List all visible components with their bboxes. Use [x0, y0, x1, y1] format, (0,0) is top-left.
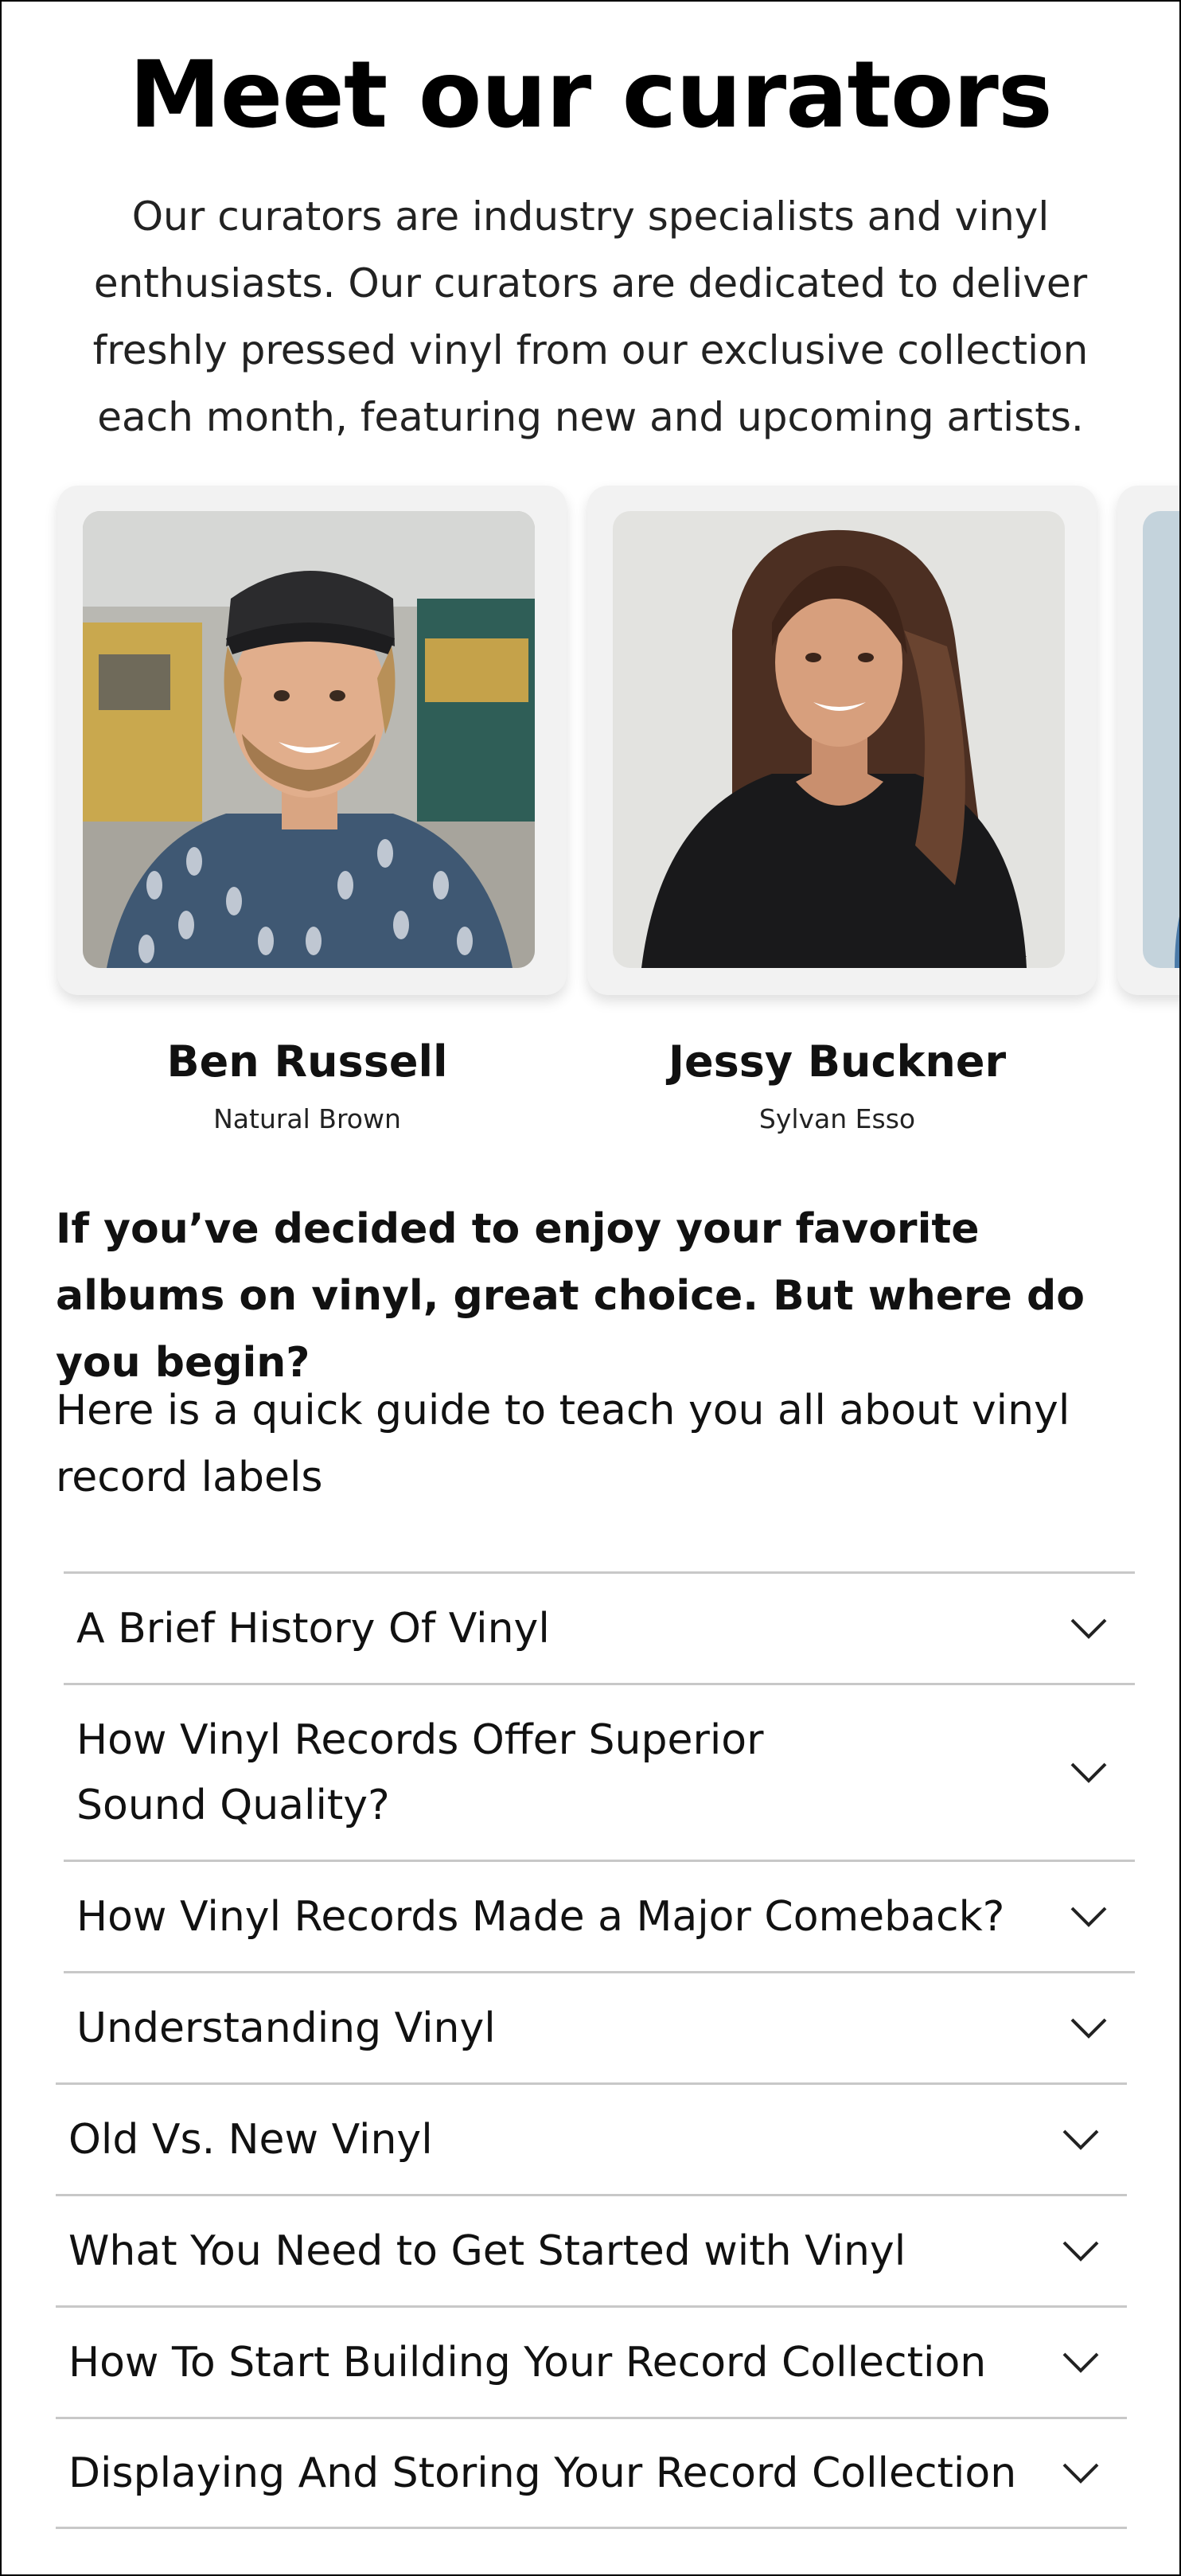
- faq-item[interactable]: Displaying And Storing Your Record Colle…: [56, 2417, 1127, 2527]
- curator-artist: Sylvan Esso: [758, 1103, 916, 1134]
- curator-card-jessy-buckner[interactable]: [587, 486, 1097, 995]
- guide-lead: If you’ve decided to enjoy your favorite…: [56, 1205, 1085, 1387]
- curator-name: Ben Russell: [166, 1036, 448, 1087]
- curator-card-ben-russell[interactable]: [57, 486, 567, 995]
- faq-item[interactable]: How To Start Building Your Record Collec…: [56, 2305, 1127, 2417]
- intro-text: Our curators are industry specialists an…: [92, 193, 1089, 440]
- curator-artist: Natural Brown: [213, 1103, 401, 1134]
- faq-bottom-divider: [56, 2527, 1127, 2529]
- faq-item[interactable]: How Vinyl Records Offer Superior Sound Q…: [64, 1683, 1135, 1860]
- chevron-down-icon[interactable]: [1065, 1749, 1113, 1797]
- curator-photo-ben-russell: [83, 511, 535, 968]
- chevron-down-icon[interactable]: [1065, 1893, 1113, 1941]
- page-frame: Meet our curators Our curators are indus…: [0, 0, 1181, 2576]
- curator-carousel[interactable]: Ben Russell Natural Brown Jessy Buckner …: [2, 486, 1179, 1138]
- curator-photo-jessy-buckner: [613, 511, 1065, 968]
- faq-item-label: What You Need to Get Started with Vinyl: [68, 2227, 906, 2275]
- chevron-down-icon[interactable]: [1057, 2449, 1105, 2497]
- chevron-down-icon[interactable]: [1057, 2339, 1105, 2387]
- faq-item[interactable]: Understanding Vinyl: [64, 1971, 1135, 2082]
- chevron-down-icon[interactable]: [1057, 2116, 1105, 2164]
- faq-item[interactable]: What You Need to Get Started with Vinyl: [56, 2194, 1127, 2305]
- faq-item[interactable]: How Vinyl Records Made a Major Comeback?: [64, 1860, 1135, 1971]
- faq-item-label: A Brief History Of Vinyl: [76, 1604, 550, 1653]
- curator-name: Jessy Buckner: [668, 1036, 1007, 1087]
- curator-card-partial[interactable]: [1117, 486, 1179, 995]
- faq-item-label: How Vinyl Records Made a Major Comeback?: [76, 1892, 1005, 1941]
- faq-item-label: Old Vs. New Vinyl: [68, 2115, 433, 2164]
- guide-description: Here is a quick guide to teach you all a…: [56, 1387, 1070, 1501]
- chevron-down-icon[interactable]: [1057, 2227, 1105, 2275]
- chevron-down-icon[interactable]: [1065, 1605, 1113, 1653]
- faq-item-label: How Vinyl Records Offer Superior Sound Q…: [76, 1715, 764, 1829]
- faq-item[interactable]: Old Vs. New Vinyl: [56, 2082, 1127, 2194]
- page-title: Meet our curators: [129, 41, 1053, 149]
- faq-item-label: How To Start Building Your Record Collec…: [68, 2338, 987, 2387]
- faq-item-label: Understanding Vinyl: [76, 2004, 496, 2052]
- curator-photo-partial: [1143, 511, 1179, 968]
- faq-item-label: Displaying And Storing Your Record Colle…: [68, 2449, 1017, 2497]
- chevron-down-icon[interactable]: [1065, 2004, 1113, 2052]
- faq-item[interactable]: A Brief History Of Vinyl: [64, 1571, 1135, 1683]
